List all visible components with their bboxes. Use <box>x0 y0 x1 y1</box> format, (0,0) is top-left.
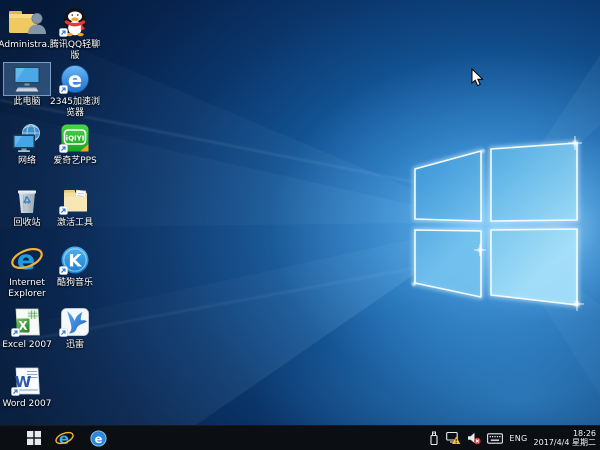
network-globe-icon <box>11 122 43 154</box>
selection-highlight <box>3 62 51 96</box>
icon-label: 腾讯QQ轻聊版 <box>45 40 105 61</box>
desktop-icon-kugou[interactable]: K 酷狗音乐 <box>48 243 102 289</box>
clock-time: 18:26 <box>534 429 596 438</box>
mouse-cursor <box>471 68 484 87</box>
svg-text:e: e <box>68 68 82 92</box>
icon-label: 激活工具 <box>45 218 105 229</box>
desktop-icon-activation-tool[interactable]: 激活工具 <box>48 183 102 229</box>
desktop-icon-qq[interactable]: 腾讯QQ轻聊版 <box>48 5 102 61</box>
shortcut-arrow-icon <box>59 28 68 37</box>
windows-logo-icon <box>27 431 41 445</box>
shortcut-arrow-icon <box>59 85 68 94</box>
this-pc-monitor-icon <box>11 63 43 95</box>
svg-text:K: K <box>68 252 82 272</box>
hardware-warning-icon[interactable] <box>446 431 461 445</box>
taskbar-2345-browser-button[interactable]: e <box>84 426 112 450</box>
icon-label: 迅雷 <box>45 340 105 351</box>
desktop-icon-2345-browser[interactable]: e 2345加速浏览器 <box>48 62 102 118</box>
shortcut-arrow-icon <box>59 266 68 275</box>
start-button[interactable] <box>20 426 48 450</box>
language-indicator[interactable]: ENG <box>509 434 527 443</box>
shortcut-arrow-icon <box>59 206 68 215</box>
clock-date: 2017/4/4 星期二 <box>534 438 596 447</box>
icon-label: 2345加速浏览器 <box>45 97 105 118</box>
windows-desktop: Administra... 腾讯QQ轻聊版 <box>0 0 600 450</box>
desktop-icon-word-2007[interactable]: W Word 2007 <box>0 364 54 410</box>
internet-explorer-icon: e <box>55 430 74 447</box>
usb-device-icon[interactable] <box>428 431 440 446</box>
icon-label: Word 2007 <box>0 399 57 410</box>
taskbar: e e <box>0 425 600 450</box>
svg-text:iQIYI: iQIYI <box>66 135 85 143</box>
desktop-icon-internet-explorer[interactable]: e InternetExplorer <box>0 243 54 299</box>
volume-muted-icon[interactable] <box>467 432 481 445</box>
shortcut-arrow-icon <box>11 328 20 337</box>
system-tray: ENG 18:26 2017/4/4 星期二 <box>428 426 600 450</box>
desktop-icon-xunlei[interactable]: 迅雷 <box>48 305 102 351</box>
internet-explorer-icon: e <box>10 244 44 276</box>
icon-label: 酷狗音乐 <box>45 278 105 289</box>
taskbar-clock[interactable]: 18:26 2017/4/4 星期二 <box>534 429 596 447</box>
taskbar-internet-explorer-button[interactable]: e <box>50 426 78 450</box>
shortcut-arrow-icon <box>59 144 68 153</box>
touch-keyboard-icon[interactable] <box>487 433 503 444</box>
svg-text:e: e <box>94 432 102 446</box>
shortcut-arrow-icon <box>11 387 20 396</box>
icon-label: 爱奇艺PPS <box>45 156 105 167</box>
shortcut-arrow-icon <box>59 328 68 337</box>
desktop-icon-iqiyi-pps[interactable]: iQIYI 爱奇艺PPS <box>48 121 102 167</box>
2345-browser-icon: e <box>90 430 107 447</box>
user-folder-icon <box>6 6 48 38</box>
recycle-bin-icon <box>11 184 43 216</box>
